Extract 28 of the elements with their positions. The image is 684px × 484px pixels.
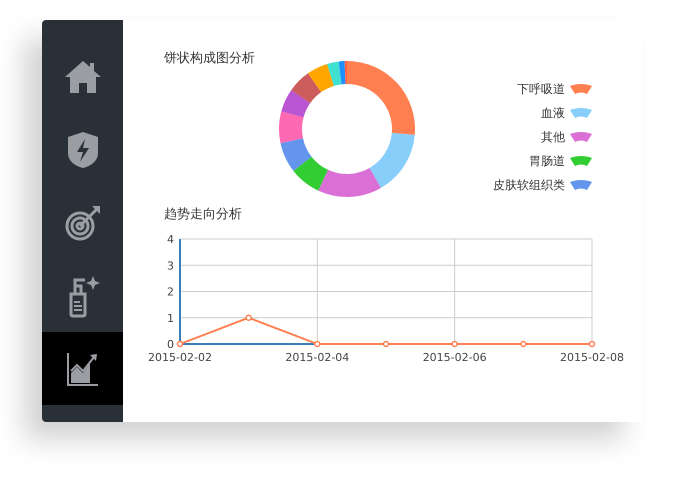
shield-bolt-icon xyxy=(66,130,98,168)
x-tick-label: 2015-02-02 xyxy=(148,351,212,364)
y-tick-label: 2 xyxy=(167,286,174,298)
x-tick-label: 2015-02-08 xyxy=(560,351,624,364)
data-point xyxy=(314,340,321,348)
x-tick-label: 2015-02-06 xyxy=(422,351,487,364)
data-point xyxy=(451,340,458,348)
data-point xyxy=(245,314,252,321)
chart-title: 饼状构成图分析 xyxy=(164,50,256,68)
data-point xyxy=(520,340,527,348)
data-point xyxy=(382,340,390,348)
nav-item[interactable] xyxy=(42,332,123,405)
data-point xyxy=(588,340,596,348)
legend-label: 血液 xyxy=(541,104,565,122)
legend-label: 胃肠道 xyxy=(529,152,565,170)
legend-label: 皮肤软组织类 xyxy=(493,176,565,194)
y-tick-label: 0 xyxy=(167,338,174,351)
data-point xyxy=(176,340,184,348)
x-tick-label: 2015-02-04 xyxy=(285,351,350,364)
growth-chart-icon xyxy=(66,350,100,386)
legend-label: 下呼吸道 xyxy=(517,80,565,98)
legend-label: 其他 xyxy=(541,128,565,146)
y-tick-label: 3 xyxy=(167,259,174,272)
y-tick-label: 1 xyxy=(167,312,174,325)
chart-title: 趋势走向分析 xyxy=(164,206,243,224)
home-icon xyxy=(64,60,102,94)
y-tick-label: 4 xyxy=(167,233,174,246)
target-arrow-icon xyxy=(64,204,102,242)
